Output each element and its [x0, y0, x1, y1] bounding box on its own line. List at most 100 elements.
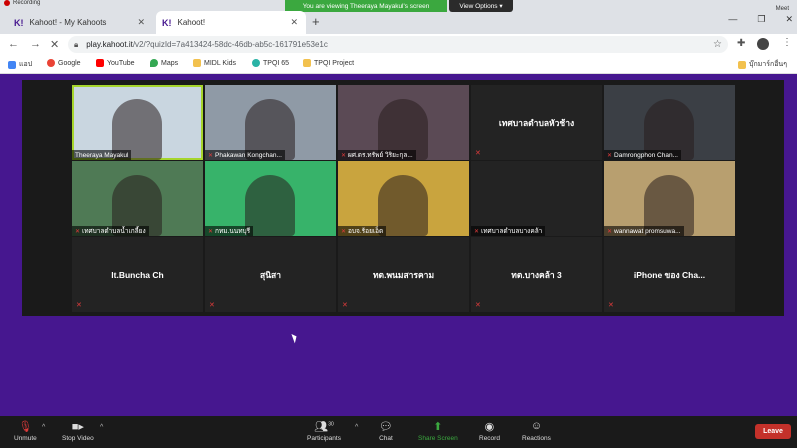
screen-share-banner: You are viewing Theeraya Mayakul's scree…: [285, 0, 447, 12]
muted-mic-icon: ✕: [75, 228, 81, 235]
tab-title: Kahoot! - My Kahoots: [29, 18, 107, 27]
bookmark-tpqi-project[interactable]: TPQI Project: [303, 59, 354, 67]
close-tab-icon[interactable]: ✕: [290, 17, 298, 28]
participant-name: ทต.พนมสารคาม: [372, 269, 435, 280]
participant-name: กทม.นนทบุรี: [215, 228, 251, 235]
participant-tile[interactable]: เทศบาลตำบลหัวช้าง ✕: [471, 85, 602, 160]
unmute-button[interactable]: 🎙︎ Unmute: [14, 420, 37, 442]
address-bar[interactable]: 🔒︎ play.kahoot.it/v2/?quizId=7a413424-58…: [68, 36, 728, 53]
participant-tile[interactable]: Theeraya Mayakul: [72, 85, 203, 160]
participant-name: สุนิสา: [260, 269, 281, 280]
close-window-icon[interactable]: ✕: [785, 14, 793, 25]
reactions-button[interactable]: ☺ Reactions: [522, 420, 551, 442]
bookmark-google[interactable]: Google: [47, 59, 81, 67]
participants-icon: 👥︎30: [314, 421, 334, 433]
muted-mic-icon: ✕: [608, 302, 614, 309]
participant-tile[interactable]: ✕ ผศ.ดร.ทรัพย์ วิริยะกุล...: [338, 85, 469, 160]
smiley-plus-icon: ☺: [530, 420, 543, 432]
stop-icon[interactable]: ✕: [50, 38, 59, 51]
participant-tile[interactable]: lt.Buncha Ch ✕: [72, 237, 203, 312]
record-button[interactable]: ◉ Record: [479, 420, 500, 442]
bookmark-youtube[interactable]: YouTube: [96, 59, 135, 67]
minimize-icon[interactable]: —: [728, 14, 737, 25]
bookmarks-bar: แอป Google YouTube Maps MIDL Kids TPQI 6…: [0, 55, 797, 74]
url-path: /v2/?quizId=7a413424-58dc-46db-ab5c-1617…: [132, 40, 328, 49]
view-options-button[interactable]: View Options ▾: [449, 0, 513, 12]
lock-icon: 🔒︎: [74, 39, 79, 49]
tab-title: Kahoot!: [177, 18, 206, 27]
participant-name-label: Theeraya Mayakul: [72, 150, 132, 160]
profile-avatar[interactable]: [757, 38, 769, 50]
google-icon: [47, 59, 55, 67]
bookmark-star-icon[interactable]: ☆: [713, 39, 722, 50]
muted-mic-icon: 🎙︎: [18, 421, 33, 433]
participant-name-label: ✕ Phakawan Kongchan...: [205, 150, 285, 160]
tab-my-kahoots[interactable]: K! Kahoot! - My Kahoots ✕: [8, 11, 153, 34]
muted-mic-icon: ✕: [209, 302, 215, 309]
recording-indicator: Recording: [4, 0, 40, 6]
bookmark-apps[interactable]: แอป: [8, 59, 32, 70]
participant-name: ผศ.ดร.ทรัพย์ วิริยะกุล...: [348, 152, 413, 159]
participant-name: อบจ.ร้อยเอ็ด: [348, 228, 384, 235]
meeting-controls-bar: 🎙︎ Unmute ^ ■▸ Stop Video ^ 👥︎30 Participan…: [0, 416, 797, 448]
forward-icon[interactable]: →: [30, 38, 41, 50]
participant-tile[interactable]: สุนิสา ✕: [205, 237, 336, 312]
participants-button[interactable]: 👥︎30 Participants: [307, 420, 341, 442]
participants-chevron-icon[interactable]: ^: [355, 424, 358, 431]
bookmark-midl-kids[interactable]: MIDL Kids: [193, 59, 236, 67]
participant-name: ทต.บางคล้า 3: [511, 269, 562, 280]
bookmark-other[interactable]: บุ๊กมาร์กอื่นๆ: [738, 59, 787, 70]
audio-options-chevron-icon[interactable]: ^: [42, 424, 45, 431]
chat-bubble-icon: 💬︎: [379, 421, 393, 433]
participant-name-label: ✕ ผศ.ดร.ทรัพย์ วิริยะกุล...: [338, 150, 416, 160]
maximize-icon[interactable]: ❐: [757, 14, 765, 25]
muted-mic-icon: ✕: [607, 228, 613, 235]
participant-tile[interactable]: ทต.พนมสารคาม ✕: [338, 237, 469, 312]
participant-tile[interactable]: ✕ เทศบาลตำบลบางคล้า: [471, 161, 602, 236]
browser-toolbar: ← → ✕ 🔒︎ play.kahoot.it/v2/?quizId=7a413…: [0, 34, 797, 55]
bookmark-maps[interactable]: Maps: [150, 59, 178, 67]
participant-name: เทศบาลตำบลหัวช้าง: [498, 117, 575, 128]
video-camera-icon: ■▸: [71, 421, 84, 433]
meet-label: Meet: [775, 6, 789, 12]
participant-tile[interactable]: ✕ wannawat promsuwa...: [604, 161, 735, 236]
participant-tile[interactable]: ✕ อบจ.ร้อยเอ็ด: [338, 161, 469, 236]
stop-video-button[interactable]: ■▸ Stop Video: [62, 420, 94, 442]
menu-icon[interactable]: ⋮: [782, 37, 792, 48]
muted-mic-icon: ✕: [607, 152, 613, 159]
muted-mic-icon: ✕: [341, 228, 347, 235]
participant-name-label: ✕ wannawat promsuwa...: [604, 226, 684, 236]
participant-name: iPhone ของ Cha...: [633, 269, 706, 280]
participant-name-label: ✕ กทม.นนทบุรี: [205, 226, 254, 236]
muted-mic-icon: ✕: [208, 228, 214, 235]
participant-tile[interactable]: ✕ Phakawan Kongchan...: [205, 85, 336, 160]
back-icon[interactable]: ←: [8, 38, 19, 50]
video-options-chevron-icon[interactable]: ^: [100, 424, 103, 431]
tab-kahoot[interactable]: K! Kahoot! ✕: [156, 11, 306, 34]
chat-button[interactable]: 💬︎ Chat: [379, 420, 393, 442]
participant-tile[interactable]: ทต.บางคล้า 3 ✕: [471, 237, 602, 312]
share-screen-icon: ⬆: [433, 421, 443, 433]
tpqi-icon: [252, 59, 260, 67]
participant-tile[interactable]: ✕ เทศบาลตำบลน้ำเกลี้ยง: [72, 161, 203, 236]
participant-name: Phakawan Kongchan...: [215, 151, 282, 159]
folder-icon: [738, 60, 746, 69]
share-screen-button[interactable]: ⬆ Share Screen: [418, 420, 458, 442]
new-tab-icon[interactable]: +: [312, 14, 320, 29]
muted-mic-icon: ✕: [76, 302, 82, 309]
kahoot-favicon-icon: K!: [14, 17, 24, 28]
participant-tile[interactable]: iPhone ของ Cha... ✕: [604, 237, 735, 312]
muted-mic-icon: ✕: [342, 302, 348, 309]
participant-tile[interactable]: ✕ กทม.นนทบุรี: [205, 161, 336, 236]
bookmark-tpqi-65[interactable]: TPQI 65: [252, 59, 289, 67]
extensions-icon[interactable]: ✚: [737, 38, 745, 49]
participant-name: lt.Buncha Ch: [111, 269, 164, 280]
folder-icon: [303, 59, 311, 67]
participant-tile[interactable]: ✕ Damrongphon Chan...: [604, 85, 735, 160]
participant-name-label: ✕ อบจ.ร้อยเอ็ด: [338, 226, 387, 236]
leave-button[interactable]: Leave: [755, 424, 791, 439]
close-tab-icon[interactable]: ✕: [137, 17, 145, 28]
participant-name: wannawat promsuwa...: [614, 227, 681, 235]
participant-name-label: ✕ เทศบาลตำบลน้ำเกลี้ยง: [72, 226, 149, 236]
muted-mic-icon: ✕: [475, 150, 481, 157]
